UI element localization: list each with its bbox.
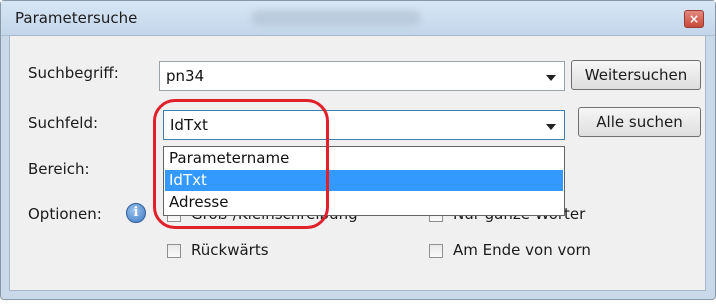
search-dialog: Parametersuche × Suchbegriff: pn34 Weite… [0, 0, 716, 300]
dialog-title: Parametersuche [15, 9, 138, 27]
title-bar: Parametersuche × [1, 1, 715, 36]
dropdown-option-adresse[interactable]: Adresse [165, 192, 563, 213]
chevron-down-icon[interactable] [546, 75, 556, 81]
search-field-combobox[interactable]: IdTxt [163, 110, 565, 140]
dropdown-option-idtxt[interactable]: IdTxt [165, 170, 563, 191]
info-icon[interactable]: i [126, 203, 146, 223]
backwards-checkbox[interactable] [167, 244, 181, 258]
backwards-label: Rückwärts [191, 241, 269, 259]
search-term-combobox[interactable]: pn34 [159, 61, 565, 91]
wrap-around-label: Am Ende von vorn [453, 241, 591, 259]
wrap-around-checkbox[interactable] [429, 244, 443, 258]
chevron-down-icon[interactable] [546, 124, 556, 130]
search-field-dropdown-list: Parametername IdTxt Adresse [163, 146, 565, 216]
find-all-button[interactable]: Alle suchen [578, 107, 701, 137]
range-label: Bereich: [28, 160, 90, 178]
dropdown-option-parametername[interactable]: Parametername [165, 148, 563, 169]
find-next-button[interactable]: Weitersuchen [571, 60, 701, 90]
search-term-value: pn34 [166, 67, 205, 85]
options-label: Optionen: [28, 205, 102, 223]
blurred-title-area [251, 10, 421, 26]
search-term-label: Suchbegriff: [28, 64, 119, 82]
close-icon[interactable]: × [684, 10, 704, 28]
search-field-label: Suchfeld: [28, 114, 99, 132]
search-field-value: IdTxt [170, 116, 208, 134]
